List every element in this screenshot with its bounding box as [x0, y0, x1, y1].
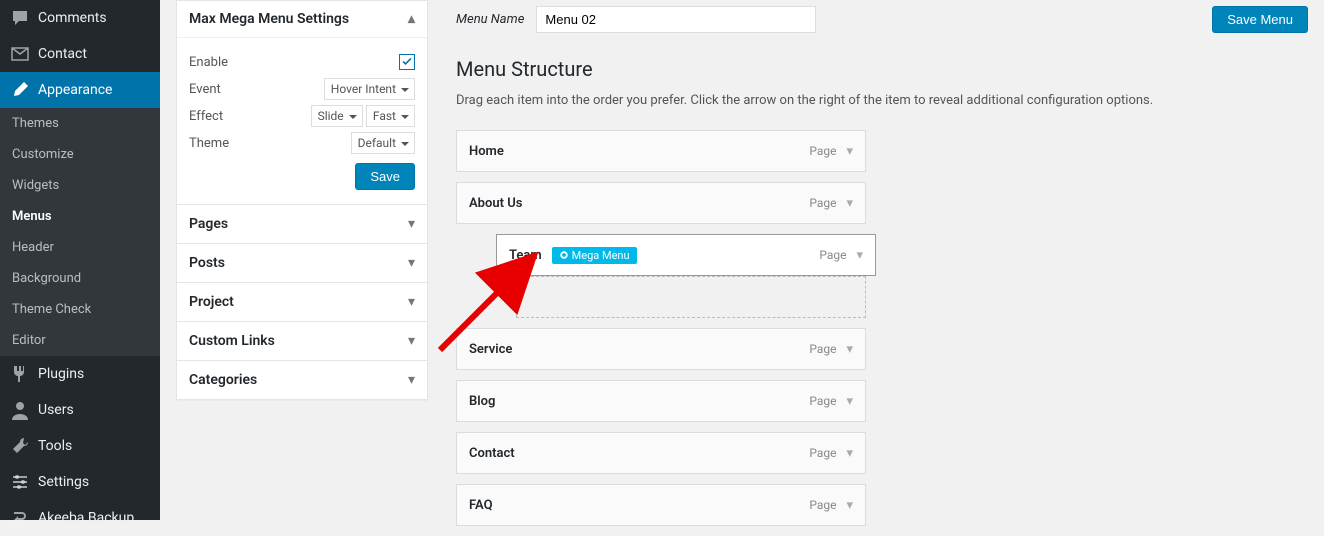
drop-placeholder	[516, 276, 866, 318]
chevron-down-icon: ▾	[846, 446, 853, 461]
sidebar-sub-menus[interactable]: Menus	[0, 201, 160, 232]
sidebar-item-comments[interactable]: Comments	[0, 0, 160, 36]
chevron-down-icon: ▾	[846, 342, 853, 357]
menu-name-label: Menu Name	[456, 12, 524, 27]
backup-icon	[10, 508, 30, 528]
acc-categories[interactable]: Categories▾	[177, 361, 427, 399]
chevron-down-icon: ▾	[408, 216, 415, 232]
theme-label: Theme	[189, 136, 229, 151]
chevron-down-icon: ▾	[846, 498, 853, 513]
sidebar-label: Appearance	[38, 82, 112, 98]
event-label: Event	[189, 82, 221, 97]
plug-icon	[10, 364, 30, 384]
brush-icon	[10, 80, 30, 100]
menu-name-input[interactable]	[536, 6, 816, 33]
menu-item-contact[interactable]: Contact Page▾	[456, 432, 866, 474]
sidebar-sub-background[interactable]: Background	[0, 263, 160, 294]
acc-custom-links[interactable]: Custom Links▾	[177, 322, 427, 360]
acc-posts[interactable]: Posts▾	[177, 244, 427, 282]
sidebar-item-tools[interactable]: Tools	[0, 428, 160, 464]
admin-sidebar: Comments Contact Appearance Themes Custo…	[0, 0, 160, 520]
sidebar-sub-themes[interactable]: Themes	[0, 108, 160, 139]
menu-item-blog[interactable]: Blog Page▾	[456, 380, 866, 422]
effect-select-1[interactable]: Slide	[311, 109, 363, 124]
menu-item-team[interactable]: Team Mega Menu Page▾	[496, 234, 876, 276]
menu-structure-desc: Drag each item into the order you prefer…	[456, 93, 1308, 108]
sidebar-sub-widgets[interactable]: Widgets	[0, 170, 160, 201]
sidebar-label: Users	[38, 402, 74, 418]
menu-structure-title: Menu Structure	[456, 57, 1308, 81]
chevron-down-icon: ▾	[846, 144, 853, 159]
sidebar-item-users[interactable]: Users	[0, 392, 160, 428]
user-icon	[10, 400, 30, 420]
mega-menu-badge[interactable]: Mega Menu	[552, 247, 637, 264]
event-select[interactable]: Hover Intent	[324, 82, 415, 97]
mail-icon	[10, 44, 30, 64]
enable-label: Enable	[189, 55, 228, 70]
chevron-down-icon: ▾	[846, 394, 853, 409]
sidebar-sub-theme-check[interactable]: Theme Check	[0, 294, 160, 325]
acc-pages[interactable]: Pages▾	[177, 205, 427, 243]
sidebar-label: Settings	[38, 474, 89, 490]
topbar: Menu Name Save Menu	[456, 0, 1308, 49]
effect-select-2[interactable]: Fast	[366, 109, 415, 124]
panel-title: Max Mega Menu Settings	[189, 11, 349, 27]
save-menu-button[interactable]: Save Menu	[1212, 6, 1308, 33]
sidebar-label: Comments	[38, 10, 107, 26]
sidebar-item-contact[interactable]: Contact	[0, 36, 160, 72]
chevron-down-icon: ▾	[408, 255, 415, 271]
acc-project[interactable]: Project▾	[177, 283, 427, 321]
menu-item-about[interactable]: About Us Page▾	[456, 182, 866, 224]
chevron-down-icon: ▾	[408, 333, 415, 349]
panel-header[interactable]: Max Mega Menu Settings ▴	[177, 1, 427, 37]
sidebar-label: Tools	[38, 438, 72, 454]
menu-item-home[interactable]: Home Page▾	[456, 130, 866, 172]
sidebar-sub-customize[interactable]: Customize	[0, 139, 160, 170]
chevron-down-icon: ▾	[408, 294, 415, 310]
sidebar-sub-header[interactable]: Header	[0, 232, 160, 263]
sidebar-label: Akeeba Backup	[38, 510, 134, 526]
sidebar-item-settings[interactable]: Settings	[0, 464, 160, 500]
sidebar-item-akeeba[interactable]: Akeeba Backup	[0, 500, 160, 536]
mega-menu-settings-panel: Max Mega Menu Settings ▴ Enable Event Ho…	[176, 0, 428, 205]
enable-checkbox[interactable]	[399, 54, 415, 70]
chevron-down-icon: ▾	[408, 372, 415, 388]
menu-item-service[interactable]: Service Page▾	[456, 328, 866, 370]
sidebar-item-plugins[interactable]: Plugins	[0, 356, 160, 392]
sliders-icon	[10, 472, 30, 492]
theme-select[interactable]: Default	[351, 136, 415, 151]
chevron-down-icon: ▾	[856, 248, 863, 263]
sidebar-label: Plugins	[38, 366, 84, 382]
save-settings-button[interactable]: Save	[355, 163, 415, 190]
menu-item-list: Home Page▾ About Us Page▾ Team Mega Menu…	[456, 130, 866, 526]
wrench-icon	[10, 436, 30, 456]
effect-label: Effect	[189, 109, 223, 124]
main-content: Menu Name Save Menu Menu Structure Drag …	[440, 0, 1324, 520]
comment-icon	[10, 8, 30, 28]
settings-column: Max Mega Menu Settings ▴ Enable Event Ho…	[160, 0, 440, 520]
chevron-down-icon: ▾	[846, 196, 853, 211]
sidebar-item-appearance[interactable]: Appearance	[0, 72, 160, 108]
sidebar-sub-editor[interactable]: Editor	[0, 325, 160, 356]
chevron-up-icon: ▴	[408, 11, 415, 27]
sidebar-label: Contact	[38, 46, 87, 62]
